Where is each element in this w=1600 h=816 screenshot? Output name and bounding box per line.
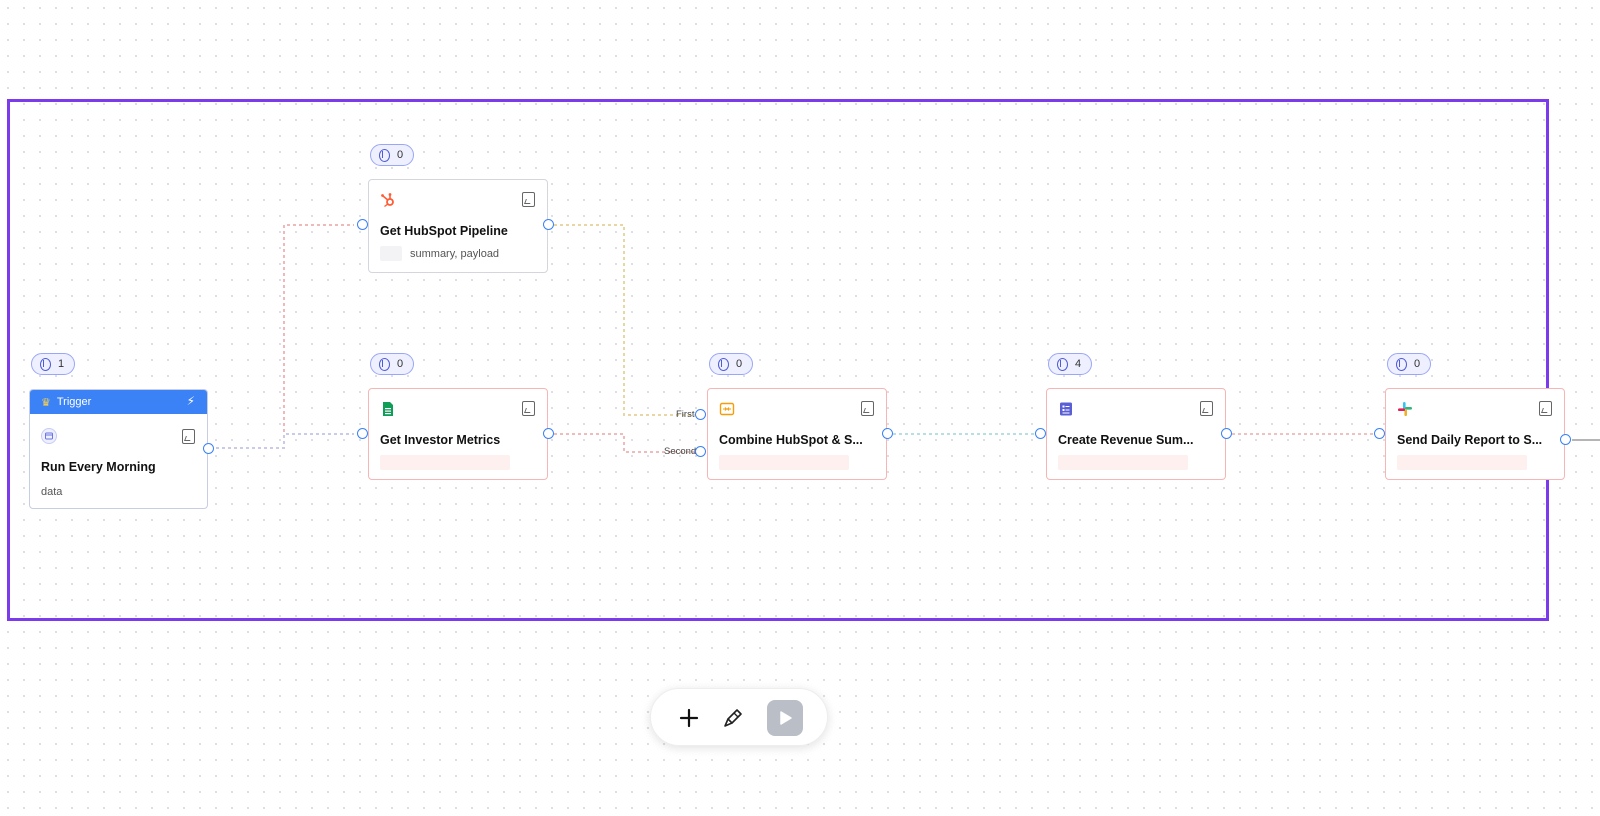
document-icon[interactable] xyxy=(1539,401,1552,416)
run-count-badge: 0 xyxy=(370,353,415,375)
output-port[interactable] xyxy=(1560,434,1571,445)
slack-icon xyxy=(1398,402,1412,416)
output-port[interactable] xyxy=(543,219,554,230)
document-icon[interactable] xyxy=(522,192,535,207)
add-node-button[interactable] xyxy=(671,700,707,736)
run-count-badge: 0 xyxy=(709,353,754,375)
handle-label-second: Second xyxy=(664,446,697,457)
run-workflow-button[interactable] xyxy=(767,700,803,736)
outputs-placeholder xyxy=(380,455,510,470)
document-icon[interactable] xyxy=(861,401,874,416)
crown-icon: ♛ xyxy=(41,396,51,409)
trigger-header: ♛ Trigger ⚡ xyxy=(30,390,207,414)
merge-icon xyxy=(719,402,735,416)
google-sheets-icon xyxy=(383,402,393,416)
input-port-first[interactable] xyxy=(695,409,706,420)
coin-icon xyxy=(1396,357,1407,371)
handle-label-first: First xyxy=(676,409,695,420)
hubspot-icon xyxy=(381,193,394,208)
node-title: Run Every Morning xyxy=(41,460,156,474)
bolt-icon: ⚡ xyxy=(186,394,195,408)
node-investor-metrics[interactable]: Get Investor Metrics xyxy=(368,388,548,480)
outputs-placeholder xyxy=(1058,455,1188,470)
input-port[interactable] xyxy=(357,219,368,230)
input-port[interactable] xyxy=(357,428,368,439)
node-title: Get Investor Metrics xyxy=(380,433,501,447)
document-list-icon xyxy=(1060,402,1072,416)
node-slack-report[interactable]: Send Daily Report to S... xyxy=(1385,388,1565,480)
play-icon xyxy=(780,711,792,725)
outputs-placeholder xyxy=(1397,455,1527,470)
input-port[interactable] xyxy=(1035,428,1046,439)
document-icon[interactable] xyxy=(522,401,535,416)
run-count-badge: 0 xyxy=(1387,353,1432,375)
coin-icon xyxy=(379,148,390,162)
coin-icon xyxy=(1057,357,1068,371)
output-port[interactable] xyxy=(543,428,554,439)
node-outputs: data xyxy=(41,485,63,498)
output-port[interactable] xyxy=(882,428,893,439)
brush-icon xyxy=(724,709,742,727)
calendar-icon xyxy=(41,428,57,444)
coin-icon xyxy=(718,357,729,371)
canvas-toolbar xyxy=(650,688,828,746)
output-port[interactable] xyxy=(203,443,214,454)
run-count-badge: 4 xyxy=(1048,353,1093,375)
coin-icon xyxy=(40,357,51,371)
coin-icon xyxy=(379,357,390,371)
selection-frame xyxy=(7,99,1549,621)
document-icon[interactable] xyxy=(182,429,195,444)
node-title: Create Revenue Sum... xyxy=(1058,433,1194,447)
node-title: Get HubSpot Pipeline xyxy=(380,224,508,238)
node-outputs: summary, payload xyxy=(380,246,499,261)
document-icon[interactable] xyxy=(1200,401,1213,416)
node-hubspot[interactable]: Get HubSpot Pipeline summary, payload xyxy=(368,179,548,273)
node-trigger[interactable]: ♛ Trigger ⚡ Run Every Morning data xyxy=(29,389,208,509)
run-count-badge: 1 xyxy=(31,353,76,375)
input-port[interactable] xyxy=(1374,428,1385,439)
node-title: Combine HubSpot & S... xyxy=(719,433,863,447)
node-combine[interactable]: Combine HubSpot & S... xyxy=(707,388,887,480)
node-revenue-summary[interactable]: Create Revenue Sum... xyxy=(1046,388,1226,480)
run-count-badge: 0 xyxy=(370,144,415,166)
input-port-second[interactable] xyxy=(695,446,706,457)
plus-icon xyxy=(679,708,699,728)
cleanup-button[interactable] xyxy=(715,700,751,736)
output-port[interactable] xyxy=(1221,428,1232,439)
outputs-placeholder xyxy=(719,455,849,470)
node-title: Send Daily Report to S... xyxy=(1397,433,1543,447)
